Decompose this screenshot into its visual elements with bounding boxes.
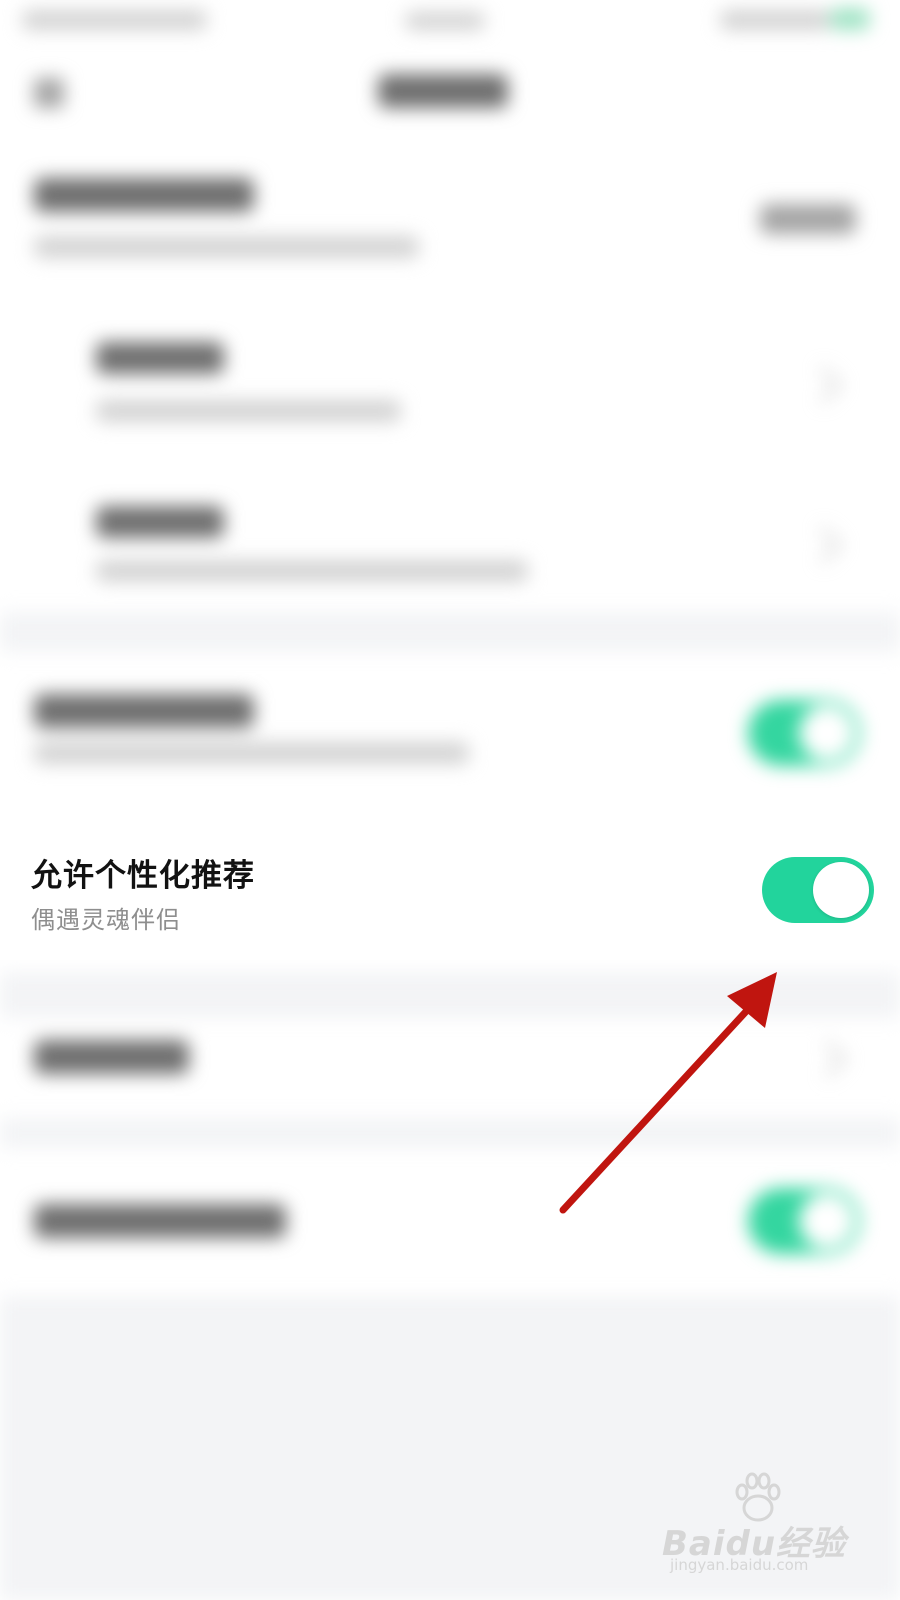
status-bar-left	[22, 10, 207, 30]
row-1-subtitle	[34, 236, 419, 258]
personalized-recommendation-toggle[interactable]	[762, 857, 874, 923]
chevron-right-icon	[809, 1040, 847, 1078]
baidu-jingyan-watermark: Baidu经验 jingyan.baidu.com	[662, 1472, 852, 1574]
personalized-recommendation-row[interactable]: 允许个性化推荐 偶遇灵魂伴侣	[0, 830, 900, 960]
status-bar-time	[405, 12, 485, 30]
back-icon[interactable]	[34, 78, 64, 108]
row-1-title	[34, 178, 254, 212]
row-6-toggle[interactable]	[748, 1188, 860, 1254]
section-divider	[0, 1118, 900, 1148]
nav-title	[378, 74, 508, 108]
status-bar-right	[720, 10, 830, 30]
chevron-right-icon	[804, 526, 842, 564]
row-5-title	[34, 1040, 189, 1074]
section-divider	[0, 972, 900, 1018]
chevron-right-icon	[804, 366, 842, 404]
row-2-subtitle	[96, 400, 401, 422]
watermark-url: jingyan.baidu.com	[670, 1556, 809, 1574]
row-4-title	[34, 694, 254, 728]
settings-screen: 允许个性化推荐 偶遇灵魂伴侣 Baidu经验 jingyan.baidu.com	[0, 0, 900, 1600]
toggle-knob	[813, 862, 869, 918]
blurred-background	[0, 0, 900, 1600]
row-4-subtitle	[34, 742, 469, 764]
row-subtitle: 偶遇灵魂伴侣	[31, 906, 181, 934]
row-3-subtitle	[96, 560, 528, 582]
row-3-title	[96, 506, 224, 538]
battery-icon	[830, 8, 870, 30]
row-6-title	[34, 1204, 286, 1238]
row-1-value[interactable]	[760, 204, 856, 234]
section-divider	[0, 612, 900, 652]
row-2-title	[96, 342, 224, 374]
row-title: 允许个性化推荐	[31, 858, 255, 894]
row-4-toggle[interactable]	[748, 700, 860, 766]
